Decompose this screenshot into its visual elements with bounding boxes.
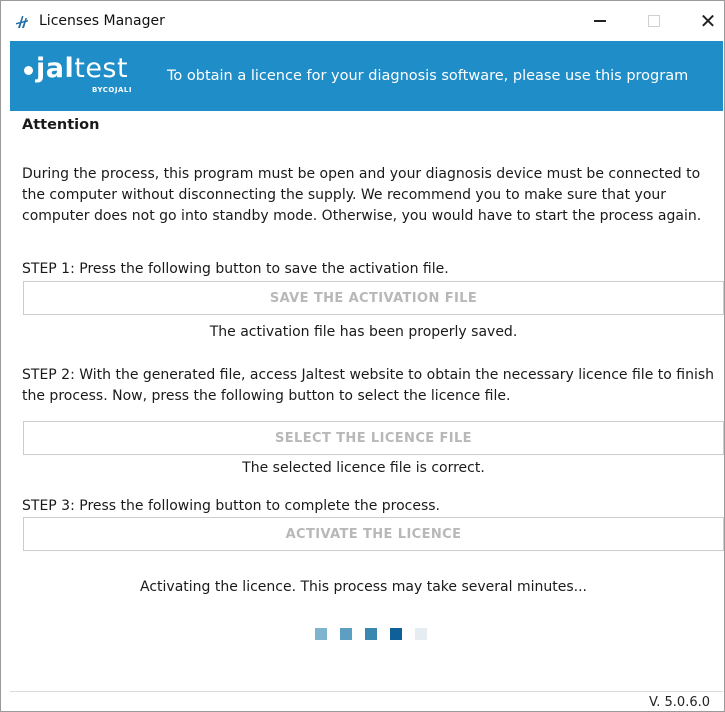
logo-dot-icon <box>24 66 33 75</box>
progress-indicator <box>315 628 427 640</box>
close-button[interactable]: ✕ <box>685 1 725 41</box>
banner-tagline: To obtain a licence for your diagnosis s… <box>167 68 689 84</box>
progress-square <box>365 628 377 640</box>
progress-square <box>415 628 427 640</box>
step2-text: STEP 2: With the generated file, access … <box>22 367 715 404</box>
select-licence-file-button[interactable]: SELECT THE LICENCE FILE <box>23 421 724 455</box>
app-icon <box>16 16 28 28</box>
logo-rest-text: test <box>74 53 129 84</box>
instructions-paragraph: During the process, this program must be… <box>22 166 702 224</box>
logo-bold-text: jal <box>36 53 75 84</box>
status-bar-divider <box>10 691 723 692</box>
step2-status: The selected licence file is correct. <box>242 460 485 476</box>
maximize-button[interactable] <box>631 1 677 41</box>
licenses-manager-window: Licenses Manager ✕ jaltest BYCOJALI To o… <box>0 0 725 712</box>
logo-byline: BYCOJALI <box>92 86 132 94</box>
step3-status: Activating the licence. This process may… <box>140 579 587 595</box>
maximize-icon <box>648 15 660 27</box>
title-bar[interactable]: Licenses Manager ✕ <box>1 1 724 41</box>
version-label: V. 5.0.6.0 <box>649 695 710 710</box>
step1-status: The activation file has been properly sa… <box>209 324 518 340</box>
progress-square <box>390 628 402 640</box>
step1-text: STEP 1: Press the following button to sa… <box>22 261 449 277</box>
progress-square <box>315 628 327 640</box>
attention-heading: Attention <box>22 117 100 133</box>
minimize-icon <box>594 20 606 22</box>
step3-text: STEP 3: Press the following button to co… <box>22 498 441 514</box>
save-activation-file-button[interactable]: SAVE THE ACTIVATION FILE <box>23 281 724 315</box>
jaltest-logo: jaltest <box>24 55 128 83</box>
close-icon: ✕ <box>699 9 717 33</box>
activate-licence-button[interactable]: ACTIVATE THE LICENCE <box>23 517 724 551</box>
minimize-button[interactable] <box>577 1 623 41</box>
main-content: Attention During the process, this progr… <box>10 111 724 711</box>
progress-square <box>340 628 352 640</box>
header-banner: jaltest BYCOJALI To obtain a licence for… <box>10 41 723 111</box>
window-title: Licenses Manager <box>39 13 165 29</box>
